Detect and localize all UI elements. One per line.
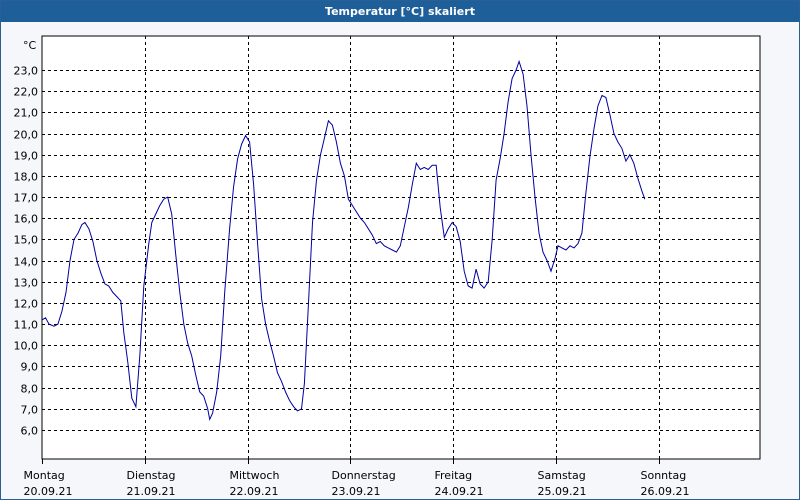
y-tick-label: 20,0 [14, 129, 39, 142]
y-tick-label: 14,0 [14, 256, 39, 269]
x-tick-label-day: Donnerstag [332, 469, 396, 482]
y-tick-label: 23,0 [14, 65, 39, 78]
x-tick-label-date: 24.09.21 [435, 485, 484, 498]
x-tick-label-day: Sonntag [641, 469, 687, 482]
y-tick-label: 8,0 [21, 383, 39, 396]
y-tick-label: 7,0 [21, 404, 39, 417]
x-tick-label-day: Samstag [538, 469, 586, 482]
y-tick-label: 6,0 [21, 425, 39, 438]
y-tick-label: 16,0 [14, 213, 39, 226]
x-tick-label-date: 23.09.21 [332, 485, 381, 498]
y-tick-label: 19,0 [14, 150, 39, 163]
x-tick-label-date: 21.09.21 [127, 485, 176, 498]
x-tick-label-day: Mittwoch [230, 469, 280, 482]
y-tick-label: 18,0 [14, 171, 39, 184]
y-tick-label: 10,0 [14, 340, 39, 353]
x-tick-label-date: 20.09.21 [24, 485, 73, 498]
x-tick-label-date: 26.09.21 [641, 485, 690, 498]
x-tick-label-date: 22.09.21 [230, 485, 279, 498]
x-axis: Montag 20.09.21 Dienstag 21.09.21 Mittwoch 22… [24, 459, 690, 498]
y-unit-label: °C [23, 39, 37, 52]
temperature-line-chart: 6,0 7,0 8,0 9,0 10,0 11,0 12,0 13,0 14,0 15,0 16,0… [14, 35, 761, 498]
y-tick-label: 17,0 [14, 192, 39, 205]
y-tick-label: 22,0 [14, 86, 39, 99]
y-axis: 6,0 7,0 8,0 9,0 10,0 11,0 12,0 13,0 14,0 15,0 16,0… [14, 65, 39, 438]
x-tick-label-date: 25.09.21 [538, 485, 587, 498]
plot-area [41, 35, 761, 460]
x-tick-label-day: Dienstag [127, 469, 176, 482]
y-tick-label: 13,0 [14, 277, 39, 290]
y-tick-label: 21,0 [14, 107, 39, 120]
x-tick-label-day: Montag [24, 469, 65, 482]
y-tick-label: 9,0 [21, 361, 39, 374]
y-tick-label: 12,0 [14, 298, 39, 311]
y-tick-label: 11,0 [14, 319, 39, 332]
chart-window: Temperatur [°C] skaliert 6,0 7,0 8,0 9,0 10,… [0, 0, 800, 500]
y-tick-label: 15,0 [14, 234, 39, 247]
x-tick-label-day: Freitag [435, 469, 473, 482]
